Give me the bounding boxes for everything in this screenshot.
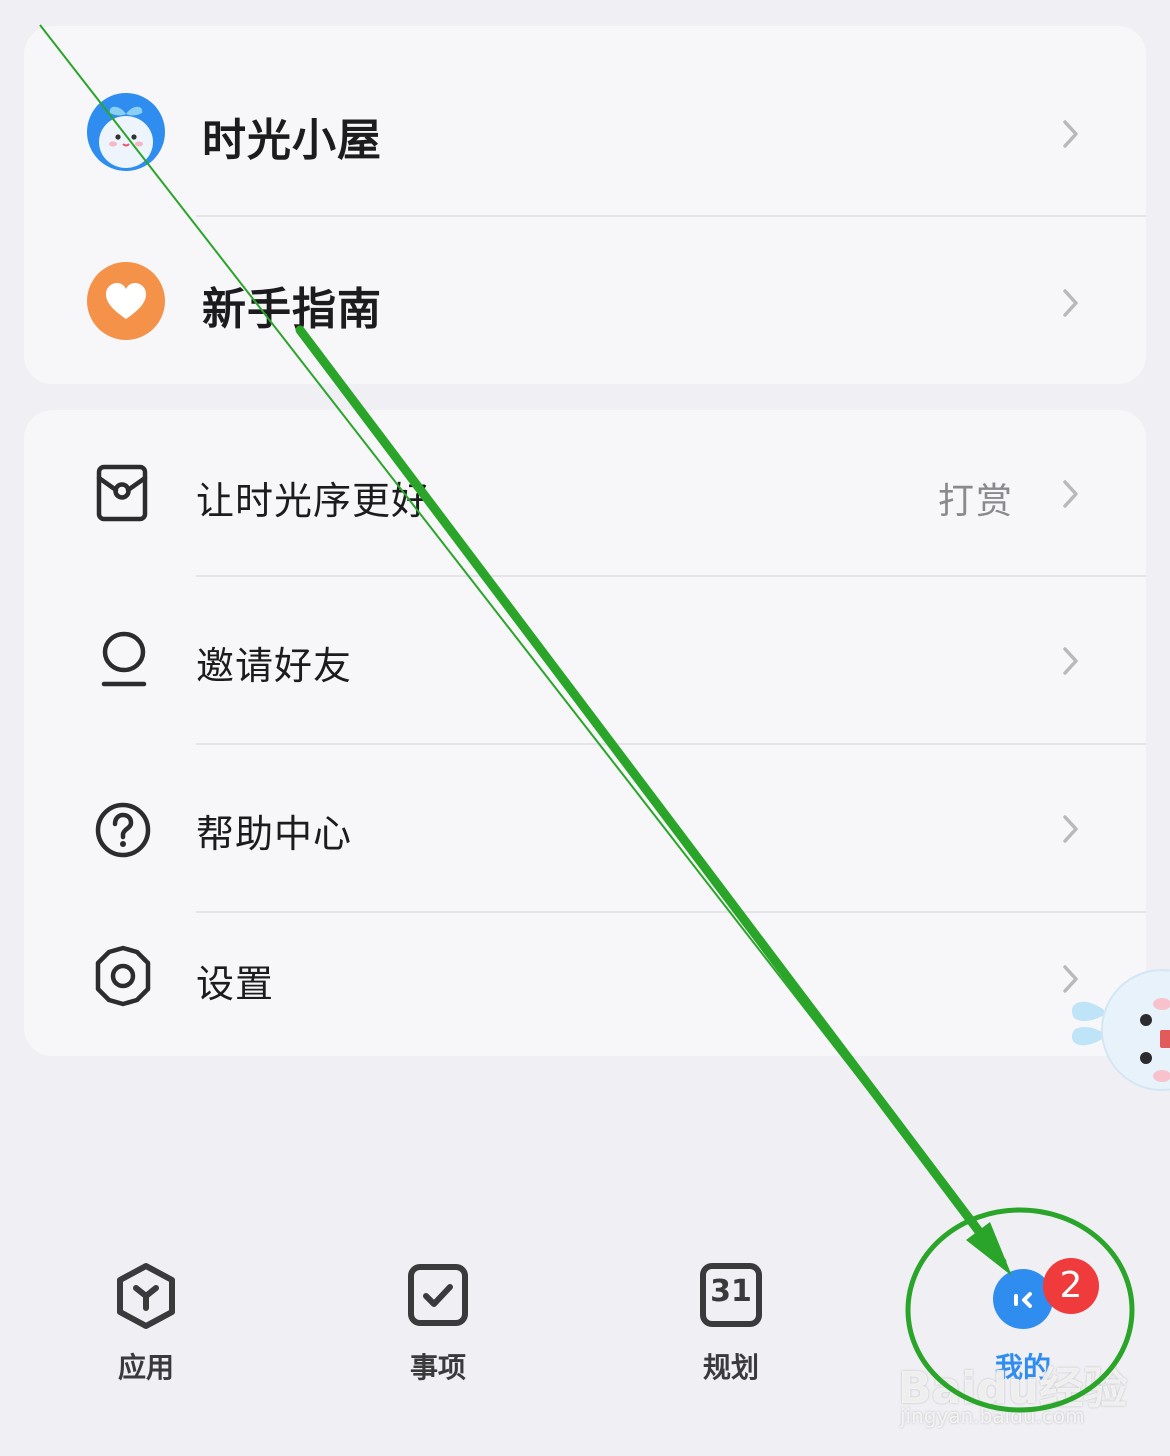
floating-mascot[interactable] xyxy=(1062,960,1170,1110)
tab-label: 规划 xyxy=(702,1351,759,1384)
tab-label: 事项 xyxy=(409,1351,466,1384)
chevron-right-icon xyxy=(1063,815,1078,843)
watermark-url: jingyan.baidu.com xyxy=(900,1404,1085,1428)
gear-icon xyxy=(90,943,156,1013)
list-item-label: 帮助中心 xyxy=(196,812,353,856)
tab-tasks[interactable]: 事项 xyxy=(358,1262,518,1402)
chevron-right-icon xyxy=(1063,480,1078,508)
person-icon xyxy=(98,631,150,693)
gift-card-icon xyxy=(96,464,148,526)
notification-badge: 2 xyxy=(1043,1258,1099,1314)
tab-apps[interactable]: 应用 xyxy=(66,1262,226,1402)
calendar-icon: 31 xyxy=(699,1262,763,1328)
list-item-settings[interactable]: 设置 xyxy=(24,913,1146,1056)
help-circle-icon xyxy=(94,801,152,863)
list-item-invite-friends[interactable]: 邀请好友 xyxy=(24,577,1146,743)
list-item-help-center[interactable]: 帮助中心 xyxy=(24,745,1146,911)
list-item-support[interactable]: 让时光序更好 打赏 xyxy=(24,410,1146,576)
mascot-icon xyxy=(1071,969,1170,1091)
bottom-card: 让时光序更好 打赏 邀请好友 帮助中心 设置 xyxy=(24,410,1146,1056)
calendar-day: 31 xyxy=(710,1274,752,1309)
chevron-right-icon xyxy=(1063,289,1078,317)
list-item-beginner-guide[interactable]: 新手指南 xyxy=(24,217,1146,384)
chevron-right-icon xyxy=(1063,120,1078,148)
heart-icon xyxy=(86,261,166,345)
tab-planning[interactable]: 31 规划 xyxy=(651,1262,811,1402)
list-item-label: 时光小屋 xyxy=(202,115,382,166)
mascot-avatar-icon xyxy=(86,92,166,176)
list-item-label: 设置 xyxy=(196,962,275,1006)
top-card: 时光小屋 新手指南 xyxy=(24,26,1146,384)
apps-hexagon-icon xyxy=(117,1263,175,1329)
list-item-label: 邀请好友 xyxy=(196,644,353,688)
list-item-label: 新手指南 xyxy=(202,284,382,335)
checkbox-icon xyxy=(408,1264,468,1326)
tip-label: 打赏 xyxy=(937,481,1014,522)
list-item-time-cabin[interactable]: 时光小屋 xyxy=(24,26,1146,216)
chevron-right-icon xyxy=(1063,647,1078,675)
tab-label: 应用 xyxy=(117,1351,174,1384)
list-item-label: 让时光序更好 xyxy=(196,479,431,523)
